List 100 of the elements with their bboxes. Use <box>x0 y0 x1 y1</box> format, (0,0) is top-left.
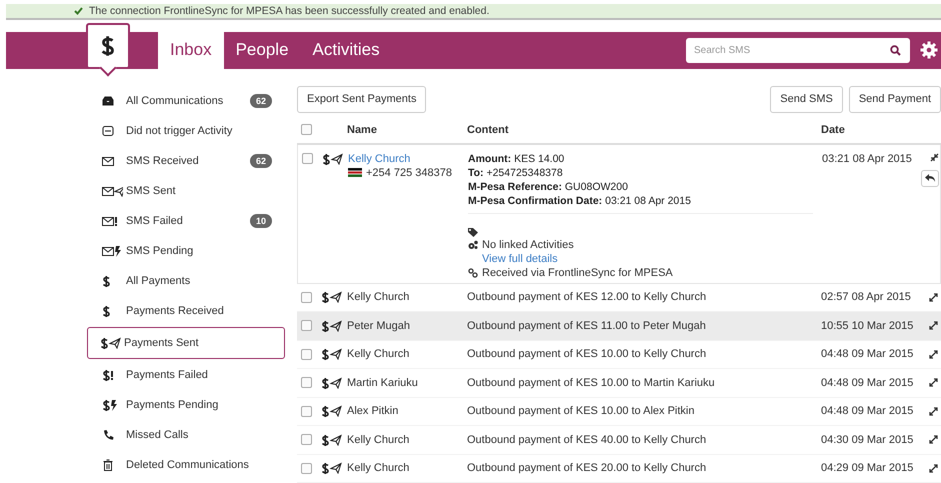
collapse-icon[interactable] <box>930 152 939 162</box>
row-checkbox[interactable] <box>301 348 312 360</box>
contact-name: Kelly Church <box>347 434 410 446</box>
send-button[interactable]: Send Payment <box>848 86 941 112</box>
row-checkbox[interactable] <box>301 462 312 474</box>
sidebar-item[interactable]: SMS Sent <box>87 176 285 206</box>
date-cell-text: 10:55 10 Mar 2015 <box>821 320 914 332</box>
sidebar-label: Payments Sent <box>124 336 200 348</box>
nav-tab[interactable]: People <box>224 32 301 68</box>
sidebar-label: Payments Failed <box>126 368 209 380</box>
contact-name: Kelly Church <box>347 462 410 474</box>
envelope-bolt-icon <box>102 244 121 256</box>
source-text: Received via FrontlineSync for MPESA <box>482 266 673 278</box>
count-badge: 10 <box>250 214 272 228</box>
dollar-plane-icon <box>321 434 342 446</box>
export-button[interactable]: Export Sent Payments <box>297 86 426 112</box>
expand-icon[interactable] <box>929 435 938 444</box>
search-field[interactable]: Search SMS <box>686 38 910 62</box>
search-icon[interactable] <box>890 44 901 56</box>
expand-icon[interactable] <box>929 406 938 416</box>
sidebar-label: SMS Failed <box>126 214 184 226</box>
dollar-plane-icon <box>321 462 342 474</box>
nav-tab[interactable]: Activities <box>300 32 392 68</box>
sidebar-item[interactable]: SMS Pending <box>87 236 285 266</box>
tags-icon <box>468 228 479 236</box>
message-content: Outbound payment of KES 10.00 to Alex Pitkin <box>467 405 696 418</box>
reply-icon <box>925 174 935 182</box>
check-icon <box>74 6 83 15</box>
select-all-checkbox[interactable] <box>301 124 312 135</box>
date-cell-text: 04:48 09 Mar 2015 <box>821 348 914 360</box>
count-badge: 62 <box>250 154 272 168</box>
sidebar-item[interactable]: SMS Received 62 <box>87 146 285 176</box>
sidebar-label: SMS Sent <box>126 184 177 196</box>
count-badge: 62 <box>250 94 272 108</box>
dollar-plane-icon <box>322 152 343 164</box>
row-checkbox[interactable] <box>301 320 312 332</box>
sidebar-item[interactable]: Payments Pending <box>87 390 285 420</box>
expand-icon[interactable] <box>929 321 938 330</box>
message-row[interactable]: Kelly Church Outbound payment of KES 10.00 to Kelly Church 04:48 09 Mar 2015 <box>297 340 941 369</box>
payment-field: To: +254725348378 <box>468 166 822 178</box>
sidebar-item[interactable]: All Payments <box>87 266 285 296</box>
dollar-bolt-icon <box>102 398 117 410</box>
contact-name: Kelly Church <box>347 348 410 360</box>
message-content: Outbound payment of KES 12.00 to Kelly Church <box>467 291 708 304</box>
row-checkbox[interactable] <box>301 406 312 417</box>
message-row[interactable]: Kelly Church Outbound payment of KES 12.00 to Kelly Church 02:57 08 Apr 2015 <box>297 284 941 312</box>
sidebar-item[interactable]: SMS Failed 10 <box>87 206 285 236</box>
message-row[interactable]: Alex Pitkin Outbound payment of KES 10.00 to Alex Pitkin 04:48 09 Mar 2015 <box>297 398 941 426</box>
contact-name: Kelly Church <box>347 291 410 304</box>
payment-field: M-Pesa Confirmation Date: 03:21 08 Apr 2015 <box>468 194 822 206</box>
expand-icon[interactable] <box>929 350 938 359</box>
sidebar-item[interactable]: Payments Failed <box>87 360 285 390</box>
row-checkbox[interactable] <box>301 377 312 388</box>
row-checkbox[interactable] <box>301 434 312 446</box>
activities-text: No linked Activities <box>482 238 574 250</box>
details-link[interactable]: View full details <box>482 252 822 264</box>
sidebar-item[interactable]: Missed Calls <box>87 420 285 450</box>
dollar-plane-icon <box>100 336 121 348</box>
expand-icon[interactable] <box>929 292 938 302</box>
sidebar-item[interactable]: Payments Received <box>87 296 285 326</box>
link-icon <box>468 268 478 278</box>
sidebar-item[interactable]: All Communications 62 <box>87 86 285 116</box>
sidebar-item[interactable]: Payments Sent <box>87 326 285 358</box>
contact-link[interactable]: Kelly Church <box>348 152 468 164</box>
success-message: The connection FrontlineSync for MPESA has been successfully created and enabled. <box>89 4 490 17</box>
payment-field: Amount: KES 14.00 <box>468 152 822 164</box>
nav-tab[interactable]: Inbox <box>158 32 224 68</box>
sidebar-label: SMS Received <box>126 154 200 166</box>
expand-icon[interactable] <box>929 464 938 473</box>
phone-icon <box>102 428 114 440</box>
date-cell-text: 02:57 08 Apr 2015 <box>821 291 912 304</box>
inbox-icon <box>102 94 114 106</box>
gears-icon <box>468 240 478 250</box>
column-header: Name <box>347 124 378 136</box>
dollar-plane-icon <box>321 348 342 360</box>
settings-icon[interactable] <box>920 41 938 59</box>
contact-name: Alex Pitkin <box>347 405 400 418</box>
date-cell-text: 04:30 09 Mar 2015 <box>821 434 914 446</box>
sidebar-item[interactable]: Did not trigger Activity <box>87 116 285 146</box>
send-button[interactable]: Send SMS <box>770 86 843 112</box>
row-checkbox[interactable] <box>302 152 313 164</box>
sidebar-label: Missed Calls <box>126 428 190 440</box>
sidebar-label: All Communications <box>126 94 224 106</box>
message-row[interactable]: Kelly Church Outbound payment of KES 20.00 to Kelly Church 04:29 09 Mar 2015 <box>297 454 941 483</box>
sidebar-label: Payments Pending <box>126 398 220 410</box>
reply-button[interactable] <box>921 170 939 186</box>
envelope-plane-icon <box>102 184 123 196</box>
date-cell-text: 04:48 09 Mar 2015 <box>821 405 914 418</box>
row-checkbox[interactable] <box>301 292 312 303</box>
date-cell-text: 04:48 09 Mar 2015 <box>821 376 914 389</box>
contact-name: Peter Mugah <box>347 320 411 332</box>
message-row[interactable]: Peter Mugah Outbound payment of KES 11.00 to Peter Mugah 10:55 10 Mar 2015 <box>297 312 941 340</box>
column-header: Date <box>821 124 846 136</box>
sidebar-item[interactable]: Deleted Communications <box>87 450 285 480</box>
dollar-exclamation-icon <box>102 368 113 380</box>
dollar-plane-icon <box>321 376 342 389</box>
message-content: Outbound payment of KES 20.00 to Kelly Church <box>467 462 708 474</box>
expand-icon[interactable] <box>929 378 938 388</box>
dollar-plane-icon <box>321 320 342 332</box>
dollar-plane-icon <box>321 291 342 304</box>
